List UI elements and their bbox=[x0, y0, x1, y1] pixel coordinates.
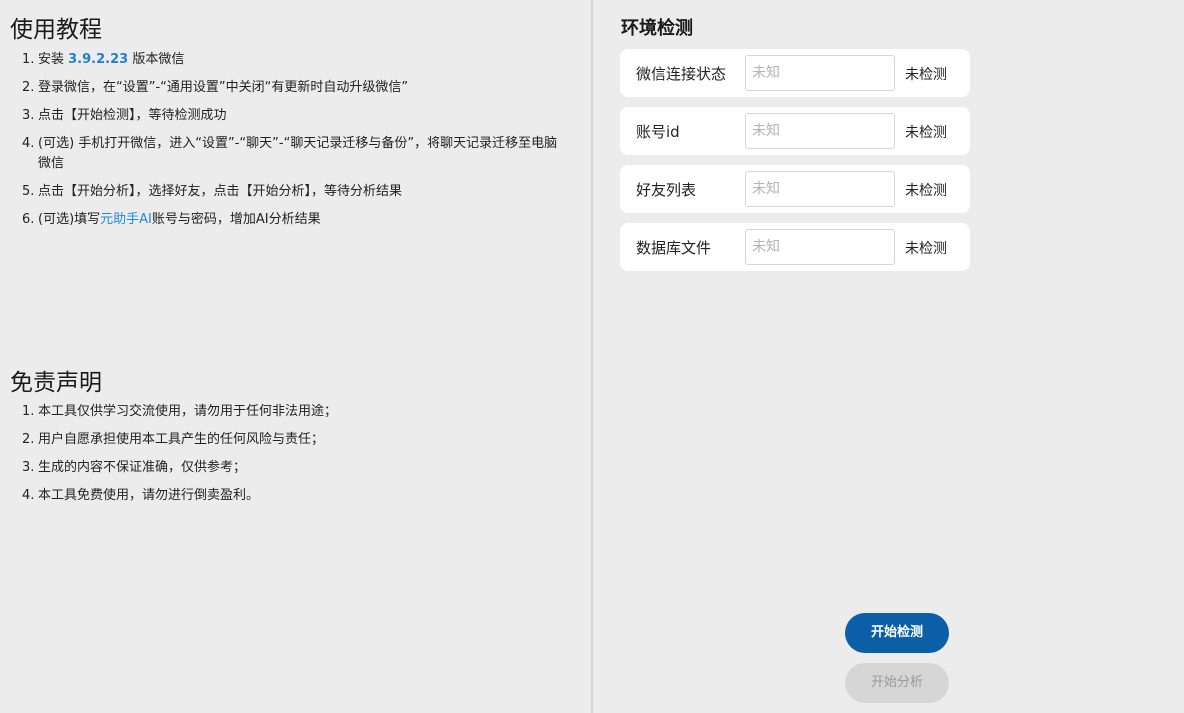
step-number: 6. bbox=[22, 212, 35, 227]
account-id-field[interactable] bbox=[745, 113, 895, 149]
step-text-post: 账号与密码，增加AI分析结果 bbox=[151, 212, 321, 227]
item-number: 1. bbox=[22, 404, 35, 419]
wechat-version-highlight: 3.9.2.23 bbox=[68, 52, 129, 67]
tutorial-title: 使用教程 bbox=[10, 17, 102, 43]
check-status: 未检测 bbox=[905, 67, 947, 83]
step-text-pre: (可选)填写 bbox=[38, 212, 101, 227]
disclaimer-item-1: 1. 本工具仅供学习交流使用，请勿用于任何非法用途； bbox=[22, 402, 558, 422]
step-number: 3. bbox=[22, 108, 35, 123]
check-label: 数据库文件 bbox=[636, 239, 712, 257]
step-number: 5. bbox=[22, 184, 35, 199]
step-number: 2. bbox=[22, 80, 35, 95]
check-status: 未检测 bbox=[905, 241, 947, 257]
step-text: 登录微信，在“设置”-“通用设置”中关闭“有更新时自动升级微信” bbox=[38, 80, 409, 95]
step-number: 4. bbox=[22, 136, 35, 151]
check-row-wechat-connection: 微信连接状态 未检测 bbox=[620, 49, 970, 97]
tutorial-steps: 1. 安装 3.9.2.23 版本微信 2. 登录微信，在“设置”-“通用设置”… bbox=[22, 50, 558, 238]
tutorial-step-1: 1. 安装 3.9.2.23 版本微信 bbox=[22, 50, 558, 70]
disclaimer-item-4: 4. 本工具免费使用，请勿进行倒卖盈利。 bbox=[22, 486, 558, 506]
step-text-post: 版本微信 bbox=[128, 52, 185, 67]
tutorial-step-6: 6. (可选)填写元助手AI账号与密码，增加AI分析结果 bbox=[22, 210, 558, 230]
left-pane: 使用教程 1. 安装 3.9.2.23 版本微信 2. 登录微信，在“设置”-“… bbox=[0, 0, 591, 713]
tutorial-step-4: 4. (可选) 手机打开微信，进入“设置”-“聊天”-“聊天记录迁移与备份”，将… bbox=[22, 134, 558, 174]
step-text: (可选) 手机打开微信，进入“设置”-“聊天”-“聊天记录迁移与备份”，将聊天记… bbox=[38, 136, 558, 171]
step-text-pre: 安装 bbox=[38, 52, 69, 67]
check-row-account-id: 账号id 未检测 bbox=[620, 107, 970, 155]
disclaimer-item-2: 2. 用户自愿承担使用本工具产生的任何风险与责任； bbox=[22, 430, 558, 450]
check-label: 账号id bbox=[636, 123, 680, 141]
disclaimer-title: 免责声明 bbox=[10, 370, 102, 396]
item-text: 用户自愿承担使用本工具产生的任何风险与责任； bbox=[38, 432, 325, 447]
tutorial-step-5: 5. 点击【开始分析】，选择好友，点击【开始分析】，等待分析结果 bbox=[22, 182, 558, 202]
tutorial-step-3: 3. 点击【开始检测】，等待检测成功 bbox=[22, 106, 558, 126]
step-text: 安装 3.9.2.23 版本微信 bbox=[38, 50, 558, 70]
friend-list-field[interactable] bbox=[745, 171, 895, 207]
disclaimer-item-3: 3. 生成的内容不保证准确，仅供参考； bbox=[22, 458, 558, 478]
check-label: 好友列表 bbox=[636, 181, 697, 199]
step-number: 1. bbox=[22, 52, 35, 67]
step-text: (可选)填写元助手AI账号与密码，增加AI分析结果 bbox=[38, 210, 558, 230]
env-check-title: 环境检测 bbox=[621, 18, 693, 39]
item-text: 本工具免费使用，请勿进行倒卖盈利。 bbox=[38, 488, 260, 503]
database-file-field[interactable] bbox=[745, 229, 895, 265]
item-text: 本工具仅供学习交流使用，请勿用于任何非法用途； bbox=[38, 404, 338, 419]
check-row-database-file: 数据库文件 未检测 bbox=[620, 223, 970, 271]
item-number: 2. bbox=[22, 432, 35, 447]
yuanzhushou-ai-link[interactable]: 元助手AI bbox=[100, 212, 152, 227]
check-status: 未检测 bbox=[905, 125, 947, 141]
check-status: 未检测 bbox=[905, 183, 947, 199]
start-analysis-button[interactable]: 开始分析 bbox=[845, 663, 949, 703]
item-text: 生成的内容不保证准确，仅供参考； bbox=[38, 460, 247, 475]
wechat-connection-field[interactable] bbox=[745, 55, 895, 91]
item-number: 4. bbox=[22, 488, 35, 503]
step-text: 点击【开始检测】，等待检测成功 bbox=[38, 108, 227, 123]
tutorial-step-2: 2. 登录微信，在“设置”-“通用设置”中关闭“有更新时自动升级微信” bbox=[22, 78, 558, 98]
disclaimer-items: 1. 本工具仅供学习交流使用，请勿用于任何非法用途； 2. 用户自愿承担使用本工… bbox=[22, 402, 558, 514]
check-row-friend-list: 好友列表 未检测 bbox=[620, 165, 970, 213]
check-label: 微信连接状态 bbox=[636, 65, 727, 83]
right-pane: 环境检测 微信连接状态 未检测 账号id 未检测 好友列表 未检测 数据库文件 … bbox=[593, 0, 1184, 713]
step-text: 点击【开始分析】，选择好友，点击【开始分析】，等待分析结果 bbox=[38, 184, 403, 199]
start-check-button[interactable]: 开始检测 bbox=[845, 613, 949, 653]
item-number: 3. bbox=[22, 460, 35, 475]
